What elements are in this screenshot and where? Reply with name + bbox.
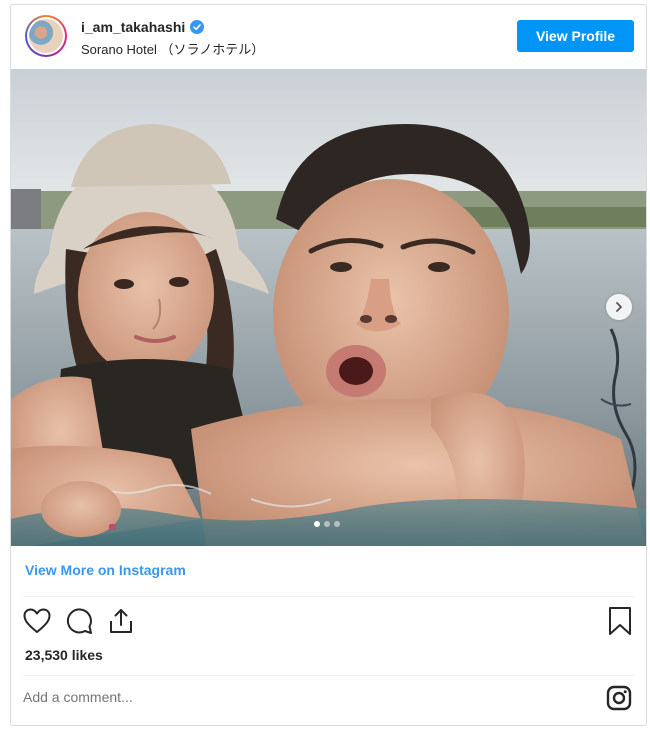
carousel-dot (314, 521, 320, 527)
divider (23, 675, 634, 676)
photo-image (11, 69, 646, 546)
username-row: i_am_takahashi (81, 19, 205, 35)
post-photo[interactable] (11, 69, 646, 546)
verified-icon (190, 20, 205, 34)
bookmark-icon (609, 607, 631, 635)
instagram-icon[interactable] (606, 685, 632, 711)
like-button[interactable] (21, 605, 53, 637)
comment-icon (66, 608, 92, 634)
instagram-embed-card: i_am_takahashi Sorano Hotel （ソラノホテル） Vie… (10, 4, 647, 726)
share-icon (110, 609, 132, 633)
location-link[interactable]: Sorano Hotel （ソラノホテル） (81, 39, 264, 58)
post-header: i_am_takahashi Sorano Hotel （ソラノホテル） Vie… (11, 5, 646, 69)
username-link[interactable]: i_am_takahashi (81, 19, 185, 35)
comment-button[interactable] (63, 605, 95, 637)
comment-input[interactable] (23, 689, 423, 705)
view-more-link[interactable]: View More on Instagram (25, 562, 186, 578)
action-bar (21, 605, 137, 637)
share-button[interactable] (105, 605, 137, 637)
next-slide-button[interactable] (606, 294, 632, 320)
divider (23, 596, 634, 597)
avatar[interactable] (25, 15, 67, 57)
view-profile-button[interactable]: View Profile (517, 20, 634, 52)
carousel-dot (334, 521, 340, 527)
save-button[interactable] (606, 605, 634, 637)
carousel-indicator (314, 521, 340, 527)
heart-icon (23, 608, 51, 633)
likes-count[interactable]: 23,530 likes (25, 647, 103, 663)
carousel-dot (324, 521, 330, 527)
chevron-right-icon (616, 302, 622, 312)
